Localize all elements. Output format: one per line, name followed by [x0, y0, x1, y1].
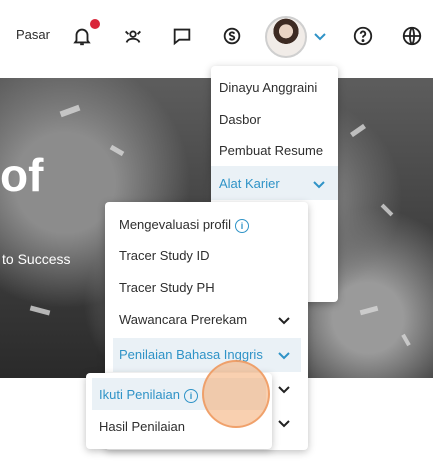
help-icon[interactable]: [351, 24, 375, 48]
info-icon[interactable]: i: [183, 388, 198, 403]
menu-item-career-tools[interactable]: Alat Karier: [219, 176, 280, 191]
community-icon[interactable]: [121, 24, 145, 48]
chevron-down-icon: [278, 420, 290, 428]
click-indicator: [202, 360, 270, 428]
bell-icon[interactable]: [70, 24, 94, 48]
menu-item-label: Ikuti Penilaian: [99, 387, 180, 402]
hero-subtitle: to Success: [2, 251, 71, 267]
menu-item-assessment-results[interactable]: Hasil Penilaian: [99, 419, 185, 434]
info-icon[interactable]: i: [235, 218, 250, 233]
menu-item-evaluate-profile[interactable]: Mengevaluasi profil i: [119, 217, 250, 233]
chevron-down-icon: [278, 352, 290, 360]
hero-title: of: [0, 149, 44, 201]
chevron-down-icon: [278, 386, 290, 394]
chat-icon[interactable]: [170, 24, 194, 48]
notification-dot: [90, 19, 100, 29]
menu-item-label: Mengevaluasi profil: [119, 217, 232, 232]
menu-item-take-assessment[interactable]: Ikuti Penilaian i: [99, 387, 198, 403]
menu-item-tracer-study-id[interactable]: Tracer Study ID: [119, 248, 210, 263]
chevron-down-icon: [313, 181, 325, 189]
profile-name[interactable]: Dinayu Anggraini: [219, 80, 317, 95]
market-link[interactable]: Pasar: [16, 27, 50, 42]
coins-icon[interactable]: [220, 24, 244, 48]
chevron-down-icon[interactable]: [313, 30, 327, 44]
menu-item-prerecorded-interview[interactable]: Wawancara Prerekam: [119, 312, 247, 327]
menu-item-tracer-study-ph[interactable]: Tracer Study PH: [119, 280, 215, 295]
avatar[interactable]: [265, 16, 307, 58]
chevron-down-icon: [278, 317, 290, 325]
menu-item-dashboard[interactable]: Dasbor: [219, 112, 261, 127]
menu-item-resume-builder[interactable]: Pembuat Resume: [219, 143, 323, 158]
globe-icon[interactable]: [400, 24, 424, 48]
